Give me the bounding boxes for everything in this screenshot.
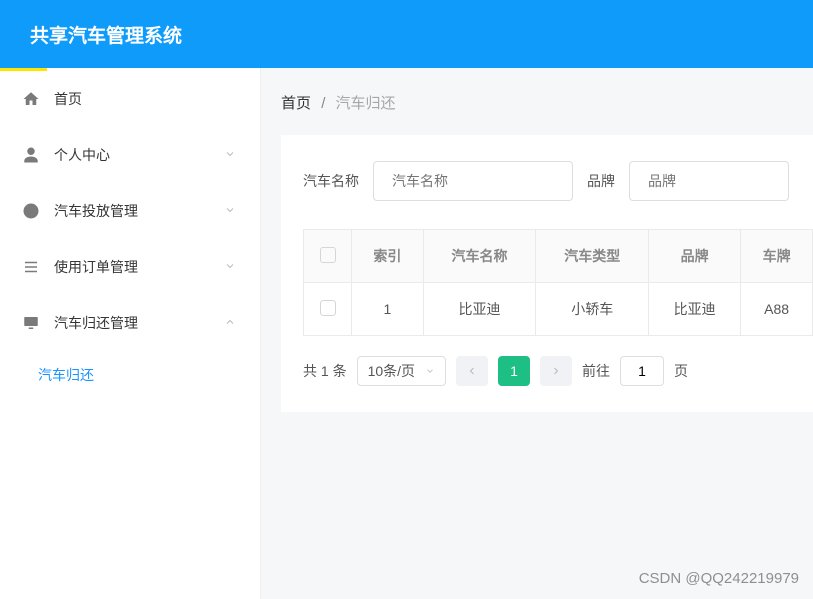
monitor-icon [22, 314, 40, 332]
sidebar-item-label: 汽车归还管理 [54, 313, 138, 333]
pager-size-label: 10条/页 [368, 361, 415, 381]
sidebar-item-label: 首页 [54, 89, 82, 109]
cell-plate: A88 [741, 283, 813, 336]
user-icon [22, 146, 40, 164]
breadcrumb-home[interactable]: 首页 [281, 95, 311, 112]
cell-index: 1 [352, 283, 424, 336]
sidebar-subitem-label: 汽车归还 [38, 365, 94, 385]
chevron-left-icon [466, 365, 478, 377]
gauge-icon [22, 202, 40, 220]
cell-brand: 比亚迪 [649, 283, 741, 336]
pagination: 共 1 条 10条/页 1 前往 页 [303, 356, 813, 386]
cell-name: 比亚迪 [423, 283, 536, 336]
header-type: 汽车类型 [536, 230, 649, 283]
sidebar-item-label: 个人中心 [54, 145, 110, 165]
header-checkbox-cell [304, 230, 352, 283]
pager-page-1[interactable]: 1 [498, 356, 530, 386]
breadcrumb-sep: / [321, 95, 325, 112]
search-brand-input[interactable] [648, 173, 813, 189]
chevron-down-icon [425, 366, 435, 376]
home-icon [22, 90, 40, 108]
search-name-wrap[interactable] [373, 161, 573, 201]
table-row: 1 比亚迪 小轿车 比亚迪 A88 [304, 283, 813, 336]
pager-goto-post: 页 [674, 361, 688, 381]
sidebar-item-return[interactable]: 汽车归还管理 [0, 295, 260, 351]
pager-goto-input[interactable] [620, 356, 664, 386]
search-name-label: 汽车名称 [303, 171, 359, 191]
sidebar: 首页 个人中心 汽车投放管理 使用订单管理 汽车归还管理 汽车归还 [0, 68, 261, 599]
sidebar-subitem-return[interactable]: 汽车归还 [0, 351, 260, 399]
header-name: 汽车名称 [423, 230, 536, 283]
panel: 汽车名称 品牌 索引 汽车名称 汽车类型 [281, 135, 813, 412]
pager-goto-pre: 前往 [582, 361, 610, 381]
checkbox-row[interactable] [320, 300, 336, 316]
sidebar-item-label: 汽车投放管理 [54, 201, 138, 221]
chevron-down-icon [224, 147, 236, 163]
checkbox-all[interactable] [320, 247, 336, 263]
breadcrumb: 首页 / 汽车归还 [261, 68, 813, 135]
search-name-input[interactable] [392, 173, 573, 189]
main: 首页 个人中心 汽车投放管理 使用订单管理 汽车归还管理 汽车归还 首页 [0, 68, 813, 599]
chevron-down-icon [224, 259, 236, 275]
row-checkbox-cell [304, 283, 352, 336]
search-brand-label: 品牌 [587, 171, 615, 191]
app-title: 共享汽车管理系统 [30, 21, 182, 48]
header-brand: 品牌 [649, 230, 741, 283]
list-icon [22, 258, 40, 276]
sidebar-item-label: 使用订单管理 [54, 257, 138, 277]
chevron-right-icon [550, 365, 562, 377]
pager-size-select[interactable]: 10条/页 [357, 356, 446, 386]
chevron-down-icon [224, 203, 236, 219]
header-index: 索引 [352, 230, 424, 283]
header-plate: 车牌 [741, 230, 813, 283]
sidebar-item-profile[interactable]: 个人中心 [0, 127, 260, 183]
sidebar-item-home[interactable]: 首页 [0, 71, 260, 127]
table-header-row: 索引 汽车名称 汽车类型 品牌 车牌 [304, 230, 813, 283]
breadcrumb-current: 汽车归还 [336, 95, 396, 112]
chevron-up-icon [224, 315, 236, 331]
pager-next[interactable] [540, 356, 572, 386]
cell-type: 小轿车 [536, 283, 649, 336]
search-brand-wrap[interactable] [629, 161, 789, 201]
data-table: 索引 汽车名称 汽车类型 品牌 车牌 1 比亚迪 小轿车 比亚迪 A88 [303, 229, 813, 336]
pager-prev[interactable] [456, 356, 488, 386]
pager-total: 共 1 条 [303, 361, 347, 381]
watermark: CSDN @QQ242219979 [639, 570, 799, 587]
search-row: 汽车名称 品牌 [303, 161, 813, 201]
header: 共享汽车管理系统 [0, 0, 813, 68]
sidebar-item-orders[interactable]: 使用订单管理 [0, 239, 260, 295]
content: 首页 / 汽车归还 汽车名称 品牌 [261, 68, 813, 599]
sidebar-item-deploy[interactable]: 汽车投放管理 [0, 183, 260, 239]
